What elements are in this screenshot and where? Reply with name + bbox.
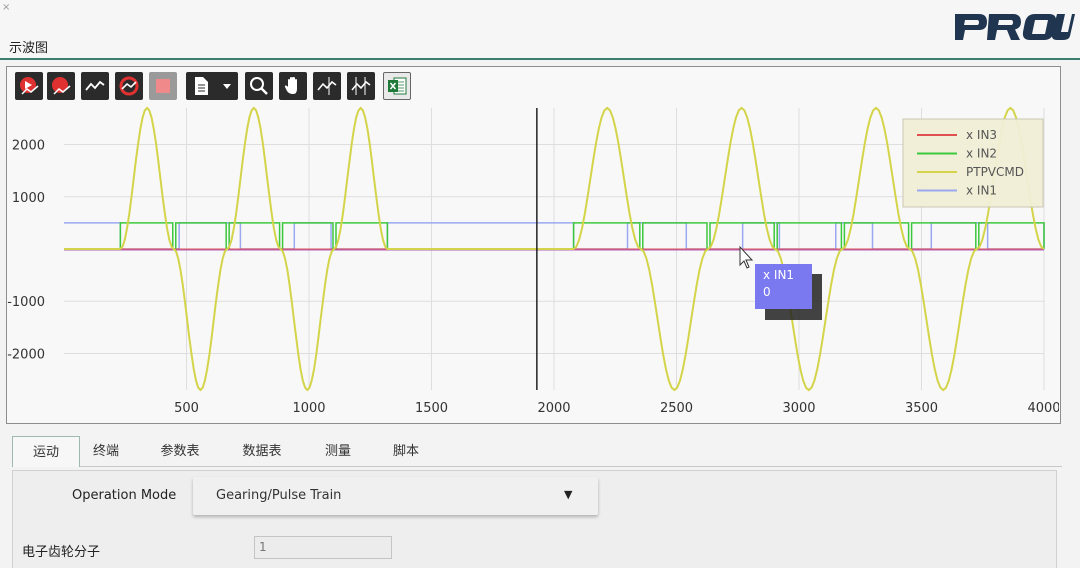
dual-cursor-button[interactable]	[347, 72, 375, 100]
panel-title: 示波图	[9, 41, 49, 56]
dual-cursor-icon	[351, 77, 371, 95]
legend-label: x IN2	[966, 147, 997, 161]
oscilloscope-chart[interactable]: 500 1000 1500 2000 2500 3000 3500 4000 2000 1000 -…	[7, 102, 1059, 422]
y-tick-label: 1000	[12, 191, 45, 206]
roll-mode-icon	[85, 80, 105, 91]
y-tick-label: -2000	[7, 347, 45, 362]
x-tick-label: 4000	[1027, 401, 1059, 416]
brand-logo	[955, 14, 1075, 40]
file-menu-icon	[195, 77, 231, 95]
x-tick-label: 3500	[905, 401, 938, 416]
excel-export-icon	[388, 77, 407, 95]
run-record-button[interactable]	[15, 72, 43, 100]
tab-motion[interactable]: 运动	[12, 436, 80, 467]
x-tick-label: 2500	[660, 401, 693, 416]
stop-icon	[156, 79, 170, 93]
tab-terminal[interactable]: 终端	[80, 436, 132, 466]
tab-script[interactable]: 脚本	[384, 436, 428, 466]
tab-data-table[interactable]: 数据表	[232, 436, 292, 466]
zoom-button[interactable]	[245, 72, 273, 100]
single-record-icon	[52, 77, 71, 95]
refresh-cycle-button[interactable]	[115, 72, 143, 100]
gear-numerator-input[interactable]: 1	[254, 536, 392, 559]
run-record-icon	[20, 77, 39, 95]
x-tick-label: 2000	[537, 401, 570, 416]
y-tick-label: -1000	[7, 295, 45, 310]
tooltip-value: 0	[763, 285, 771, 299]
stop-button[interactable]	[149, 72, 177, 100]
x-tick-label: 1500	[415, 401, 448, 416]
close-icon[interactable]: ×	[2, 3, 10, 13]
single-record-button[interactable]	[47, 72, 75, 100]
y-tick-label: 2000	[12, 139, 45, 154]
title-bar: × 示波图	[0, 0, 1080, 60]
operation-mode-label: Operation Mode	[72, 488, 177, 503]
tab-parameter-table[interactable]: 参数表	[150, 436, 210, 466]
refresh-cycle-icon	[119, 76, 139, 96]
x-tick-label: 3000	[782, 401, 815, 416]
x-tick-label: 1000	[292, 401, 325, 416]
cursor-measure-icon	[317, 77, 337, 95]
legend-label: PTPVCMD	[966, 165, 1024, 179]
operation-mode-select[interactable]: Gearing/Pulse Train ▼	[193, 477, 598, 515]
pan-hand-icon	[284, 77, 297, 94]
chevron-down-icon: ▼	[564, 488, 573, 501]
gear-numerator-label: 电子齿轮分子	[22, 545, 101, 560]
cursor-measure-button[interactable]	[313, 72, 341, 100]
file-menu-button[interactable]	[186, 72, 238, 100]
tab-measure[interactable]: 测量	[316, 436, 360, 466]
roll-mode-button[interactable]	[81, 72, 109, 100]
legend-label: x IN3	[966, 128, 997, 142]
x-tick-label: 500	[174, 401, 199, 416]
zoom-icon	[250, 77, 268, 95]
legend-label: x IN1	[966, 184, 997, 198]
excel-export-button[interactable]	[383, 72, 411, 100]
pan-hand-button[interactable]	[279, 72, 307, 100]
tab-bar: 运动 终端 参数表 数据表 测量 脚本	[12, 436, 1062, 467]
operation-mode-value: Gearing/Pulse Train	[216, 488, 342, 503]
tooltip-series-label: x IN1	[763, 268, 794, 282]
